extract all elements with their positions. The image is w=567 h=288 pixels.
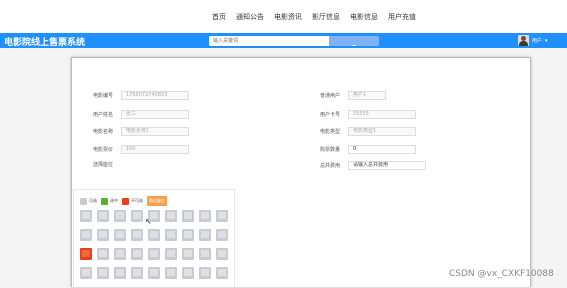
seat-icon[interactable] xyxy=(131,248,143,260)
seat-icon[interactable] xyxy=(165,248,177,260)
ticket-quantity-field[interactable]: 0 xyxy=(348,145,416,154)
user-name[interactable]: 用户 xyxy=(532,37,542,44)
legend-available-label: 可选 xyxy=(89,198,97,203)
seat-legend: 可选 选中 不可选 购买座位 xyxy=(80,196,167,206)
avatar[interactable] xyxy=(518,35,529,46)
nav-link-notices[interactable]: 通知公告 xyxy=(236,12,264,22)
seat-icon[interactable] xyxy=(80,229,92,241)
total-cost-field[interactable]: 请输入总共费用 xyxy=(348,161,426,170)
seat-icon[interactable] xyxy=(131,267,143,279)
seat-map: 可选 选中 不可选 购买座位 xyxy=(73,189,235,288)
nav-link-home[interactable]: 首页 xyxy=(212,12,226,22)
ticket-price-field[interactable]: 100 xyxy=(121,145,189,154)
field-user-card: 用户卡号 55555 xyxy=(320,110,416,119)
seat-icon[interactable] xyxy=(114,267,126,279)
seat-icon[interactable] xyxy=(97,248,109,260)
seat-icon[interactable] xyxy=(97,267,109,279)
field-ticket-quantity: 购票数量 0 xyxy=(320,145,416,154)
field-label: 选择座位 xyxy=(93,162,114,168)
field-user-name: 用户姓名 张三 xyxy=(93,110,189,119)
field-label: 电影名称 xyxy=(93,129,114,135)
seat-icon[interactable] xyxy=(216,267,228,279)
header-bar: 电影院线上售票系统 用户 ▾ xyxy=(0,33,567,48)
user-name-field[interactable]: 张三 xyxy=(121,110,189,119)
seat-icon[interactable] xyxy=(165,267,177,279)
seat-icon[interactable] xyxy=(182,248,194,260)
field-label: 普通用户 xyxy=(320,93,341,99)
seat-icon[interactable] xyxy=(131,229,143,241)
movie-number-field[interactable]: 1765072740853 xyxy=(121,91,189,100)
field-movie-name: 电影名称 电影名称1 xyxy=(93,127,189,136)
movie-type-field[interactable]: 电影类型1 xyxy=(348,127,416,136)
user-menu[interactable]: 用户 ▾ xyxy=(518,35,548,46)
seat-icon[interactable] xyxy=(165,229,177,241)
seat-icon[interactable] xyxy=(216,210,228,222)
mouse-cursor-icon: ↖ xyxy=(145,217,152,226)
buy-seat-button[interactable]: 购买座位 xyxy=(147,196,167,206)
search-button[interactable] xyxy=(329,36,379,46)
chevron-down-icon[interactable]: ▾ xyxy=(545,38,548,44)
seat-sold-icon xyxy=(80,248,92,260)
seat-icon[interactable] xyxy=(199,229,211,241)
seat-icon[interactable] xyxy=(148,229,160,241)
field-label: 用户卡号 xyxy=(320,112,341,118)
field-total-cost: 总共费用 请输入总共费用 xyxy=(320,161,426,170)
field-movie-number: 电影编号 1765072740853 xyxy=(93,91,189,100)
nav-link-recharge[interactable]: 用户充值 xyxy=(388,12,416,22)
watermark: CSDN @vx_CXKF10088 xyxy=(449,269,554,279)
seat-icon[interactable] xyxy=(80,267,92,279)
field-label: 电影票价 xyxy=(93,147,114,153)
field-ticket-price: 电影票价 100 xyxy=(93,145,189,154)
seat-icon[interactable] xyxy=(199,210,211,222)
search-icon xyxy=(351,45,357,46)
legend-selected-label: 选中 xyxy=(110,198,118,203)
seat-icon[interactable] xyxy=(199,267,211,279)
seat-icon[interactable] xyxy=(80,210,92,222)
site-title: 电影院线上售票系统 xyxy=(4,38,86,48)
seat-icon[interactable] xyxy=(114,248,126,260)
field-label: 总共费用 xyxy=(320,163,341,169)
field-label: 购票数量 xyxy=(320,147,341,153)
nav-links: 首页 通知公告 电影资讯 影厅信息 电影信息 用户充值 xyxy=(212,12,416,22)
field-movie-type: 电影类型 电影类型1 xyxy=(320,127,416,136)
seat-icon[interactable] xyxy=(97,229,109,241)
seat-icon[interactable] xyxy=(148,248,160,260)
nav-link-movie-news[interactable]: 电影资讯 xyxy=(274,12,302,22)
search-box xyxy=(209,36,379,46)
field-label: 电影编号 xyxy=(93,93,114,99)
seat-icon[interactable] xyxy=(216,229,228,241)
field-regular-user: 普通用户 用户1 xyxy=(320,91,386,100)
field-label: 用户姓名 xyxy=(93,112,114,118)
regular-user-field[interactable]: 用户1 xyxy=(348,91,386,100)
seat-icon[interactable] xyxy=(216,248,228,260)
selected-seat-icon xyxy=(101,197,108,205)
user-card-field[interactable]: 55555 xyxy=(348,110,416,119)
movie-name-field[interactable]: 电影名称1 xyxy=(121,127,189,136)
nav-link-movies[interactable]: 电影信息 xyxy=(350,12,378,22)
seat-icon[interactable] xyxy=(97,210,109,222)
field-select-seat: 选择座位 xyxy=(93,161,121,168)
seat-icon[interactable] xyxy=(114,210,126,222)
seat-icon[interactable] xyxy=(182,267,194,279)
seat-icon[interactable] xyxy=(148,267,160,279)
unavailable-seat-icon xyxy=(122,197,129,205)
nav-link-halls[interactable]: 影厅信息 xyxy=(312,12,340,22)
seat-icon[interactable] xyxy=(182,229,194,241)
seat-icon[interactable] xyxy=(182,210,194,222)
available-seat-icon xyxy=(80,197,87,205)
search-input[interactable] xyxy=(209,36,329,46)
seat-icon[interactable] xyxy=(131,210,143,222)
booking-form-card: 电影编号 1765072740853 用户姓名 张三 电影名称 电影名称1 电影… xyxy=(71,57,531,288)
seat-icon[interactable] xyxy=(199,248,211,260)
top-navigation: 首页 通知公告 电影资讯 影厅信息 电影信息 用户充值 xyxy=(0,0,567,33)
seat-icon[interactable] xyxy=(114,229,126,241)
seat-icon[interactable] xyxy=(165,210,177,222)
field-label: 电影类型 xyxy=(320,129,341,135)
legend-unavailable-label: 不可选 xyxy=(131,198,143,203)
